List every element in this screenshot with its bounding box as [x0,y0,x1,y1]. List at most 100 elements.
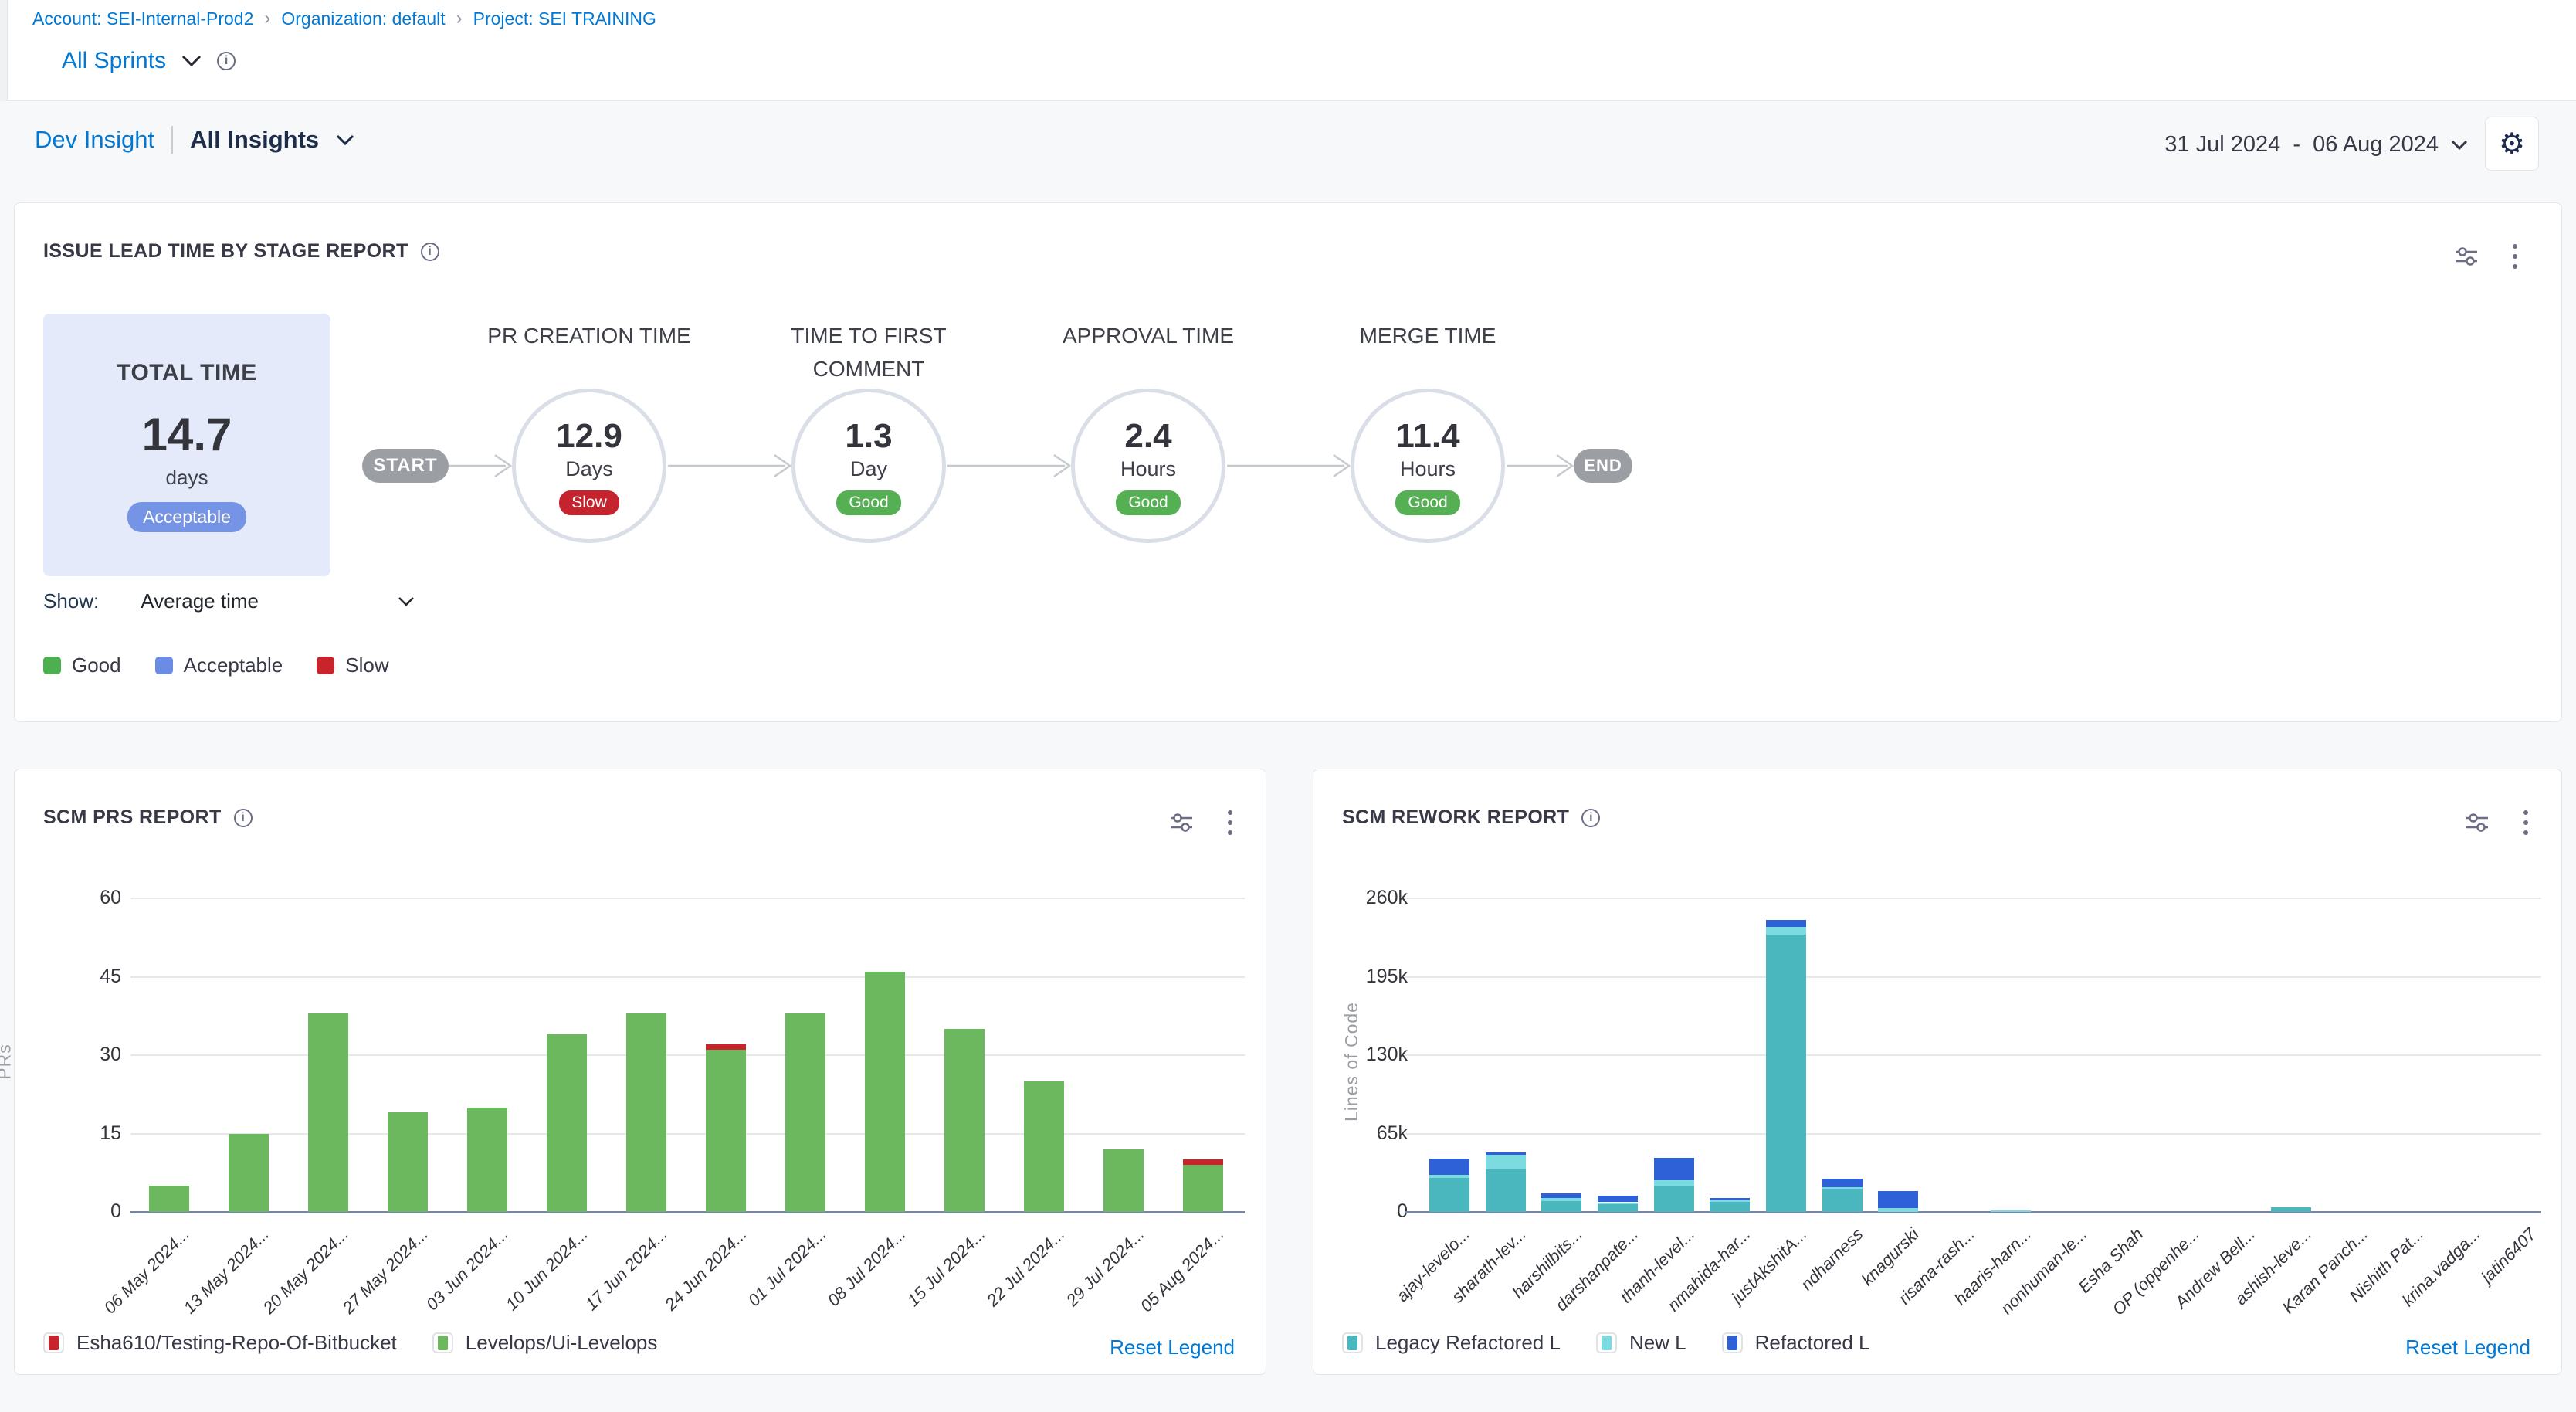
lead-time-flow: STARTENDPR CREATION TIME12.9DaysSlowTIME… [15,203,2563,723]
bar-segment[interactable] [1654,1158,1694,1181]
legend-checkbox [1342,1332,1363,1353]
legend-label: Refactored L [1755,1331,1870,1355]
filter-sliders-icon[interactable] [2453,245,2479,268]
bar-segment[interactable] [1766,920,1806,927]
breadcrumb: Account: SEI-Internal-Prod2›Organization… [32,8,656,29]
date-range-picker[interactable]: 31 Jul 2024 - 06 Aug 2024 [2164,132,2468,158]
y-axis-tick-label: 130k [1313,1044,1408,1066]
chart-legend-item[interactable]: Legacy Refactored L [1342,1331,1561,1355]
date-range-value[interactable]: 31 Jul 2024 - 06 Aug 2024 [2164,132,2439,158]
prs-bar-chart: 01530456006 May 2024...13 May 2024...20 … [15,769,1266,1374]
bar-segment[interactable] [1710,1201,1750,1212]
breadcrumb-item[interactable]: Account: SEI-Internal-Prod2 [32,8,253,29]
bar-segment[interactable] [1766,935,1806,1212]
bar-segment[interactable] [308,1013,348,1212]
legend-color-swatch [438,1336,448,1350]
sprint-selector[interactable]: All Sprints [62,48,166,74]
bar-segment[interactable] [1183,1159,1223,1165]
stage-unit: Hours [1400,457,1456,481]
bar-segment[interactable] [706,1044,746,1050]
chart-gridline [130,898,1245,899]
bar-segment[interactable] [865,972,905,1212]
bar-segment[interactable] [1654,1186,1694,1212]
top-header: Account: SEI-Internal-Prod2›Organization… [0,0,2576,101]
bar-segment[interactable] [1991,1210,2031,1212]
bar-segment[interactable] [2271,1207,2311,1212]
bar-segment[interactable] [1429,1175,1469,1178]
x-axis-tick-label: jatin6407 [2477,1224,2540,1288]
status-legend: Good Acceptable Slow [43,653,389,677]
y-axis-tick-label: 15 [15,1122,121,1145]
bar-segment[interactable] [1822,1189,1863,1212]
legend-label: Acceptable [184,653,283,677]
y-axis-label: PRs [0,1044,15,1079]
bar-segment[interactable] [1024,1081,1064,1212]
chevron-down-icon[interactable] [2451,140,2468,151]
chevron-down-icon[interactable] [336,134,354,146]
x-axis-tick-label: 17 Jun 2024... [581,1224,671,1315]
bar-segment[interactable] [1710,1198,1750,1200]
bar-segment[interactable] [785,1013,825,1212]
total-time-value: 14.7 [142,408,232,461]
chevron-down-icon[interactable] [398,596,415,607]
stage-circle[interactable]: 2.4HoursGood [1071,389,1225,543]
chart-legend-item[interactable]: Levelops/Ui-Levelops [432,1331,658,1355]
bar-segment[interactable] [706,1050,746,1212]
bar-segment[interactable] [1766,927,1806,934]
bar-segment[interactable] [1486,1169,1526,1212]
bar-segment[interactable] [1822,1179,1863,1187]
stage-unit: Days [565,457,613,481]
bar-segment[interactable] [944,1029,985,1212]
bar-segment[interactable] [1598,1203,1638,1212]
kebab-menu-icon[interactable] [2512,243,2518,270]
reset-legend-link[interactable]: Reset Legend [2405,1336,2530,1359]
status-legend-item: Slow [317,653,388,677]
bar-segment[interactable] [388,1112,428,1212]
bar-segment[interactable] [1710,1200,1750,1202]
status-legend-item: Good [43,653,121,677]
show-select-value[interactable]: Average time [141,589,259,613]
chevron-down-icon[interactable] [181,55,202,67]
bar-segment[interactable] [149,1186,189,1212]
bar-segment[interactable] [1541,1198,1581,1201]
bar-segment[interactable] [1878,1208,1918,1212]
legend-checkbox [432,1332,453,1353]
bar-segment[interactable] [1429,1159,1469,1176]
chart-legend-item[interactable]: Refactored L [1722,1331,1870,1355]
x-axis-tick-label: 05 Aug 2024... [1136,1224,1228,1316]
total-time-title: TOTAL TIME [117,360,257,386]
bar-segment[interactable] [1183,1165,1223,1212]
bar-segment[interactable] [547,1034,587,1212]
bar-segment[interactable] [626,1013,666,1212]
insight-title[interactable]: Dev Insight [35,126,154,154]
bar-segment[interactable] [229,1134,269,1213]
y-axis-tick-label: 30 [15,1044,121,1066]
chart-legend-item[interactable]: Esha610/Testing-Repo-Of-Bitbucket [43,1331,397,1355]
stage-unit: Hours [1120,457,1176,481]
bar-segment[interactable] [1822,1187,1863,1189]
stage-label: PR CREATION TIME [442,319,736,352]
bar-segment[interactable] [1486,1152,1526,1154]
reset-legend-link[interactable]: Reset Legend [1110,1336,1235,1359]
bar-segment[interactable] [1486,1155,1526,1170]
bar-segment[interactable] [1878,1191,1918,1208]
settings-button[interactable]: ⚙ [2485,117,2539,171]
bar-segment[interactable] [1598,1196,1638,1203]
stage-circle[interactable]: 1.3DayGood [791,389,946,543]
bar-segment[interactable] [1103,1149,1144,1212]
bar-segment[interactable] [1429,1178,1469,1212]
bar-segment[interactable] [1541,1193,1581,1198]
bar-segment[interactable] [1541,1201,1581,1212]
chart-legend-item[interactable]: New L [1596,1331,1686,1355]
x-axis-tick-label: 10 Jun 2024... [501,1224,591,1315]
prs-chart-legend: Esha610/Testing-Repo-Of-Bitbucket Levelop… [43,1331,657,1355]
bar-segment[interactable] [1654,1180,1694,1185]
breadcrumb-item[interactable]: Organization: default [281,8,445,29]
stage-value: 1.3 [845,417,892,456]
stage-circle[interactable]: 12.9DaysSlow [512,389,666,543]
bar-segment[interactable] [1598,1203,1638,1204]
bar-segment[interactable] [467,1108,507,1212]
breadcrumb-item[interactable]: Project: SEI TRAINING [473,8,656,29]
stage-circle[interactable]: 11.4HoursGood [1351,389,1505,543]
insight-selector[interactable]: All Insights [190,126,319,154]
